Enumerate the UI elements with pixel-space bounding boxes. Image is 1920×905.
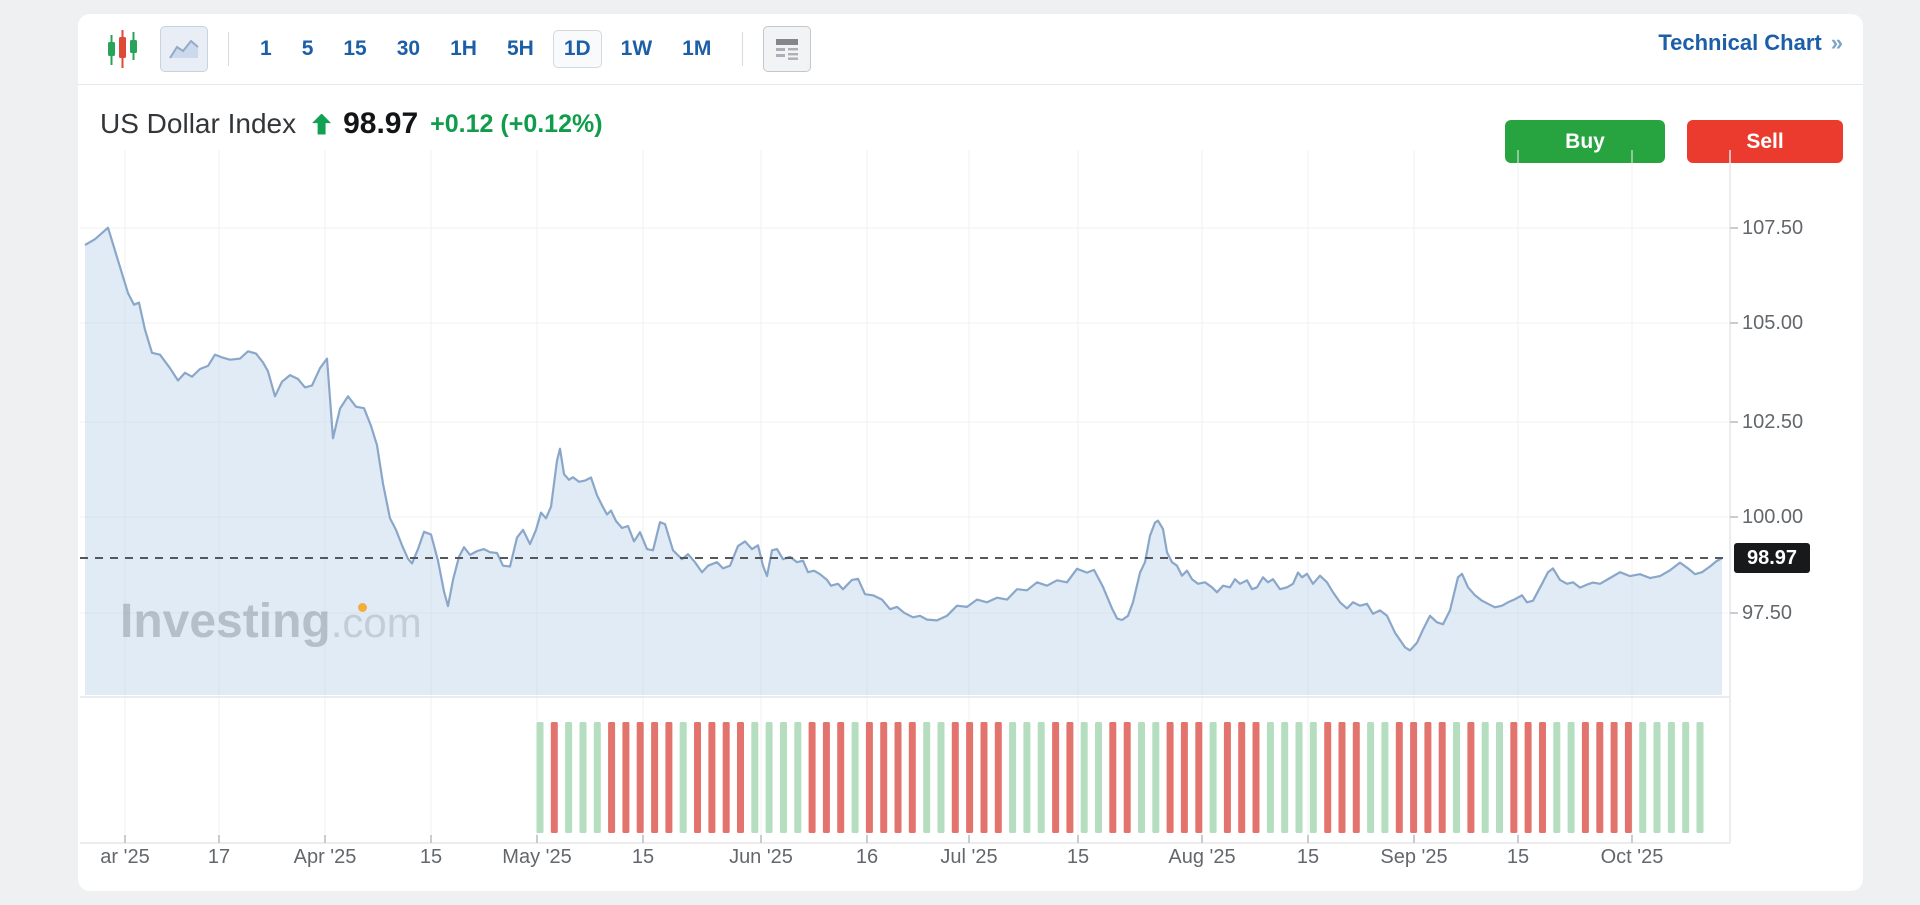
toolbar-left-group: 1515301H5H1D1W1M [100, 24, 811, 74]
sell-button[interactable]: Sell [1687, 120, 1843, 163]
x-tick-label: 15 [1253, 846, 1363, 869]
technical-chart-label: Technical Chart [1658, 30, 1821, 56]
interval-5h-button[interactable]: 5H [496, 30, 545, 68]
x-tick-label: 15 [376, 846, 486, 869]
news-panel-icon[interactable] [763, 26, 811, 72]
interval-1w-button[interactable]: 1W [610, 30, 664, 68]
x-tick-label: Sep '25 [1359, 846, 1469, 869]
x-tick-label: 17 [164, 846, 274, 869]
x-tick-label: Jun '25 [706, 846, 816, 869]
x-tick-label: Oct '25 [1577, 846, 1687, 869]
x-tick-label: Aug '25 [1147, 846, 1257, 869]
chart-panel: 1515301H5H1D1W1M Technical Chart » [78, 14, 1863, 891]
area-chart-icon[interactable] [160, 26, 208, 72]
price-change: +0.12 (+0.12%) [430, 110, 602, 139]
buy-button[interactable]: Buy [1505, 120, 1665, 163]
y-tick-label: 107.50 [1742, 217, 1832, 240]
y-tick-label: 102.50 [1742, 411, 1832, 434]
interval-group: 1515301H5H1D1W1M [249, 30, 722, 68]
change-value: +0.12 [430, 110, 493, 138]
interval-1-button[interactable]: 1 [249, 30, 283, 68]
interval-1h-button[interactable]: 1H [439, 30, 488, 68]
technical-chart-link[interactable]: Technical Chart » [1658, 30, 1843, 56]
y-tick-label: 105.00 [1742, 312, 1832, 335]
interval-1d-button[interactable]: 1D [553, 30, 602, 68]
toolbar-divider [228, 32, 229, 66]
toolbar-divider [742, 32, 743, 66]
candlestick-chart-icon[interactable] [100, 27, 146, 71]
page: 1515301H5H1D1W1M Technical Chart » [0, 0, 1920, 905]
chart-toolbar: 1515301H5H1D1W1M Technical Chart » [78, 14, 1863, 85]
x-tick-label: May '25 [482, 846, 592, 869]
change-percent: (+0.12%) [500, 110, 602, 138]
interval-15-button[interactable]: 15 [332, 30, 377, 68]
x-tick-label: 15 [588, 846, 698, 869]
interval-30-button[interactable]: 30 [386, 30, 431, 68]
instrument-header: US Dollar Index 98.97 +0.12 (+0.12%) [100, 98, 603, 150]
x-tick-label: 15 [1023, 846, 1133, 869]
interval-5-button[interactable]: 5 [291, 30, 325, 68]
x-tick-label: Jul '25 [914, 846, 1024, 869]
instrument-title: US Dollar Index [100, 108, 296, 140]
last-price-badge: 98.97 [1734, 543, 1810, 573]
y-tick-label: 100.00 [1742, 506, 1832, 529]
price-up-arrow-icon [312, 114, 331, 135]
x-tick-label: 16 [812, 846, 922, 869]
interval-1m-button[interactable]: 1M [671, 30, 722, 68]
double-chevron-right-icon: » [1831, 30, 1843, 56]
x-tick-label: 15 [1463, 846, 1573, 869]
y-tick-label: 97.50 [1742, 602, 1832, 625]
last-price: 98.97 [343, 107, 418, 141]
x-tick-label: Apr '25 [270, 846, 380, 869]
